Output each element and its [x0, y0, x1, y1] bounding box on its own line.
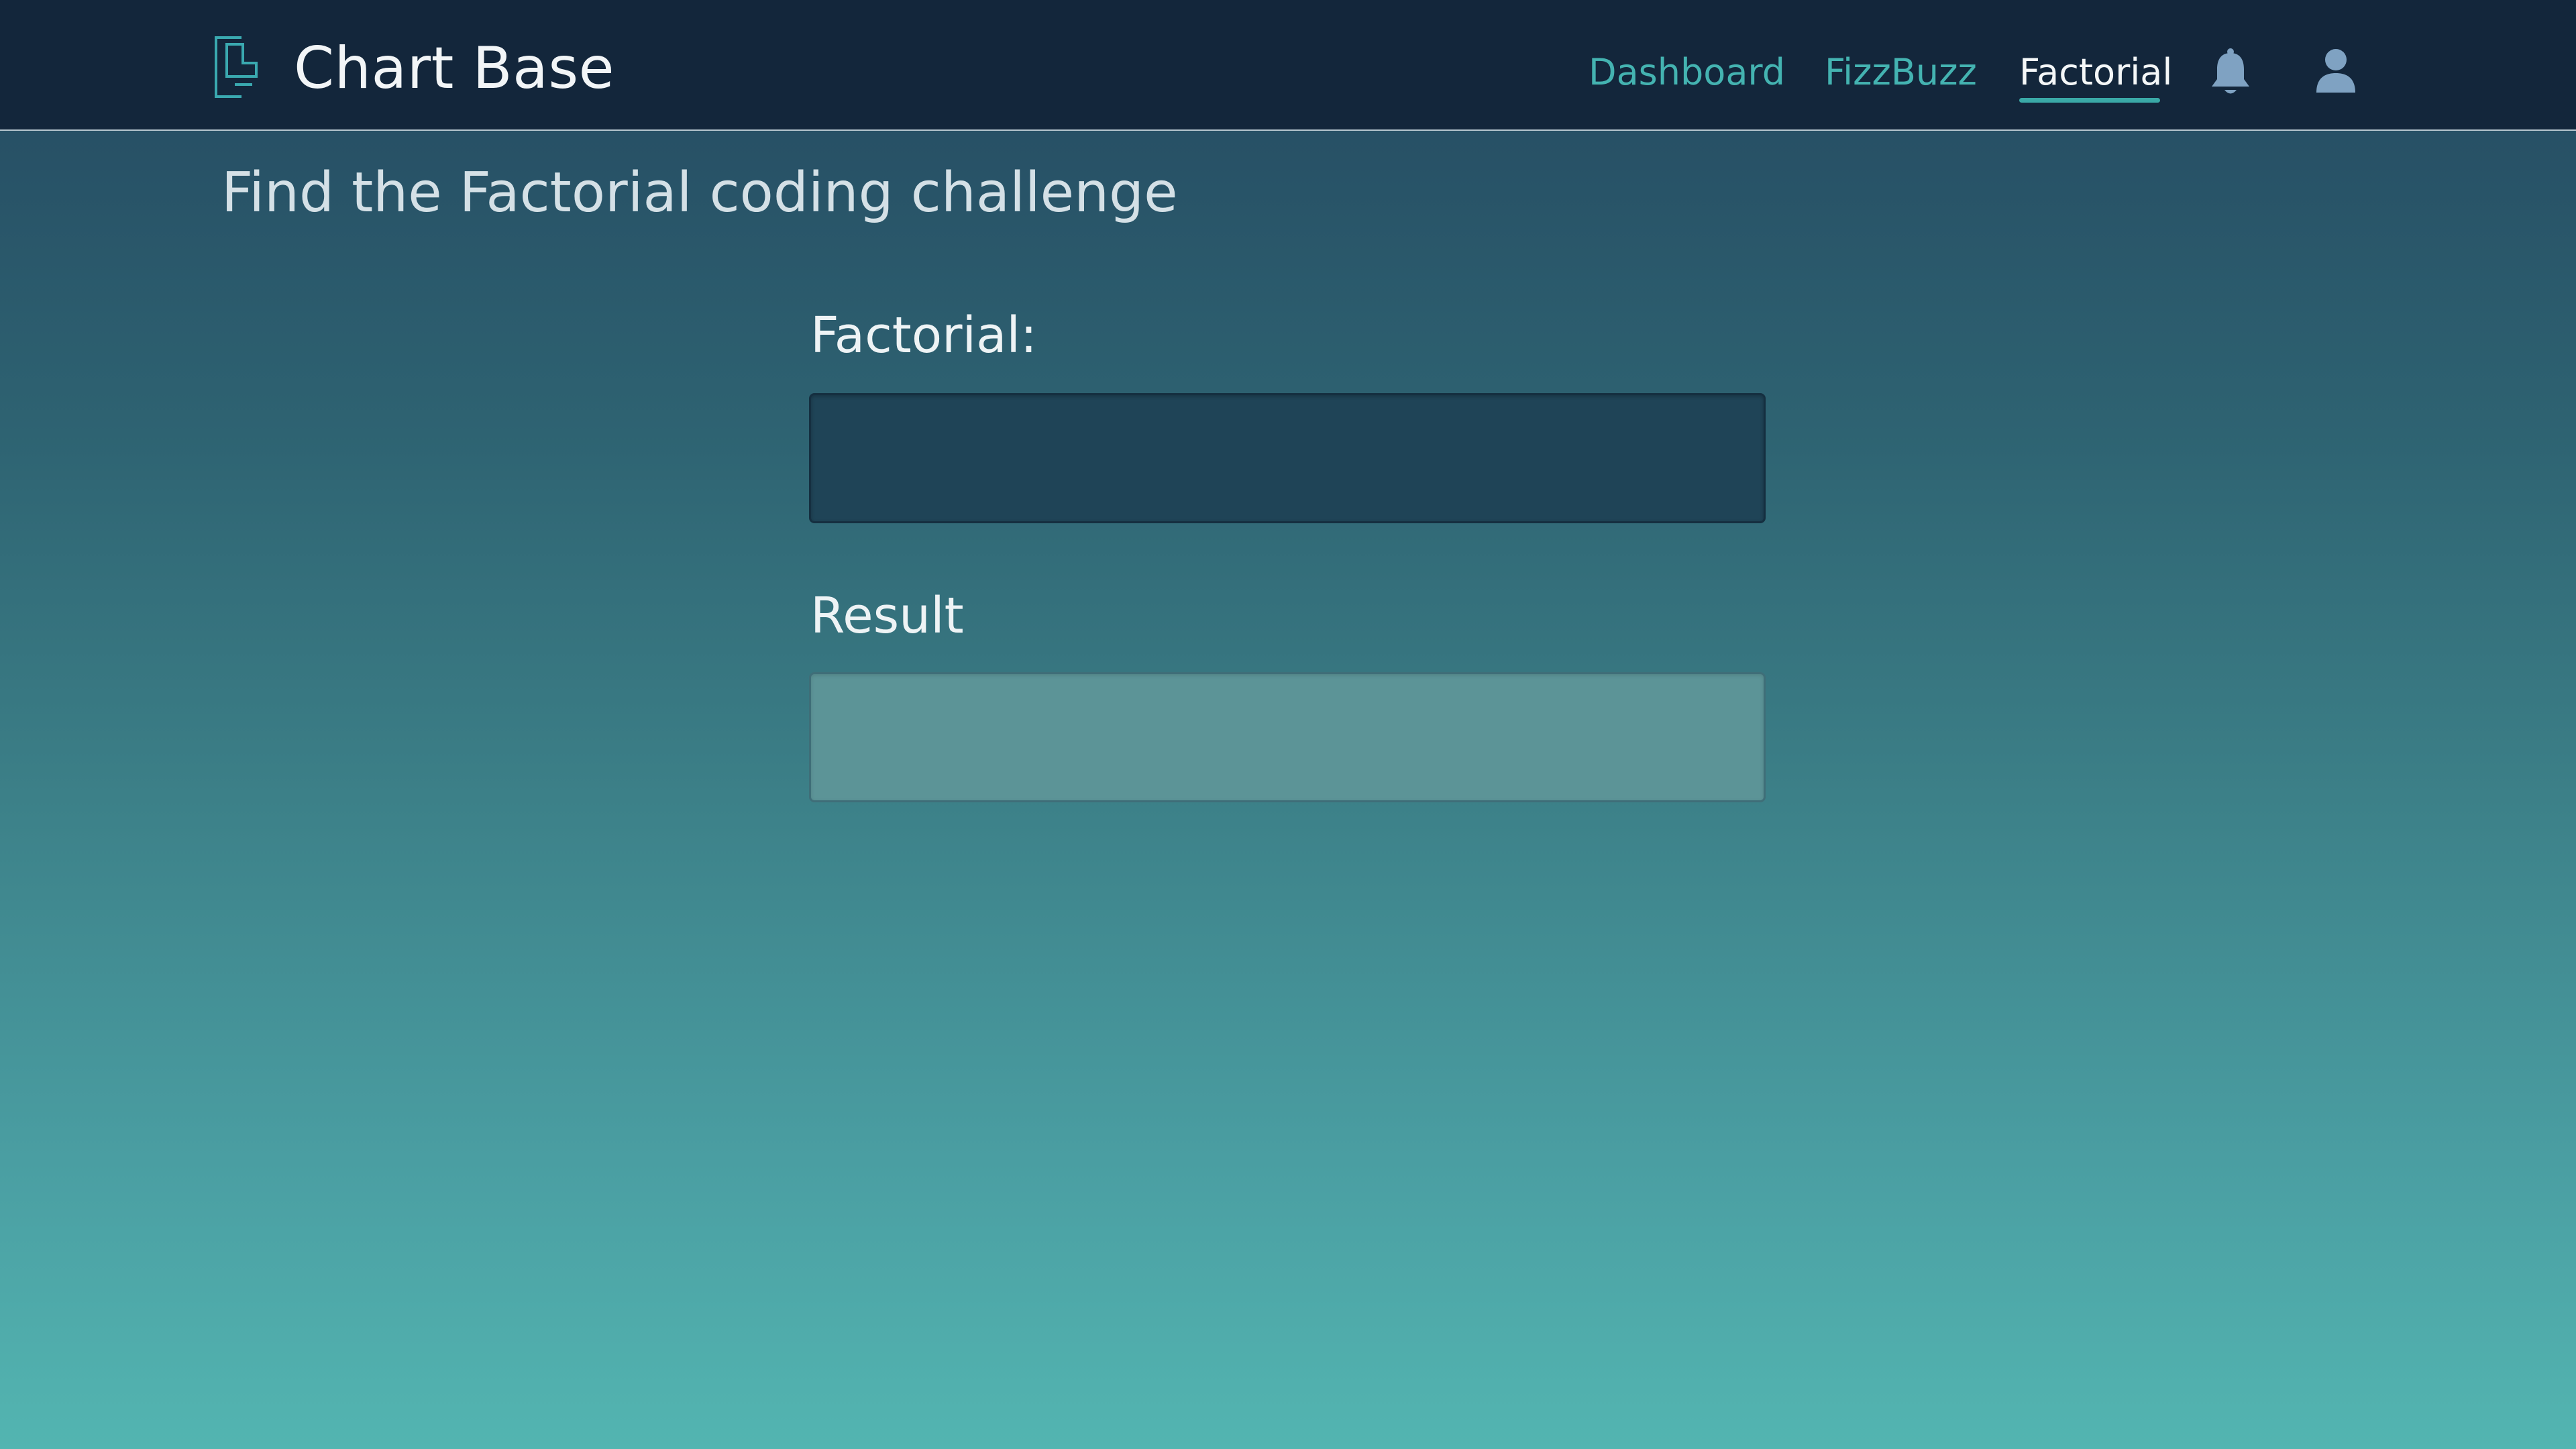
app-title[interactable]: Chart Base [294, 35, 614, 102]
factorial-input[interactable] [809, 393, 1766, 523]
bell-icon[interactable] [2207, 47, 2254, 98]
top-navigation-bar: Chart Base Dashboard FizzBuzz Factorial [0, 0, 2576, 131]
factorial-label: Factorial: [810, 307, 1037, 364]
result-output[interactable] [809, 672, 1766, 802]
nav-link-fizzbuzz[interactable]: FizzBuzz [1825, 51, 1977, 94]
nav-link-dashboard[interactable]: Dashboard [1589, 51, 1785, 94]
ledger-bracket-icon[interactable] [213, 35, 259, 99]
active-tab-indicator [2019, 98, 2160, 103]
user-icon[interactable] [2312, 47, 2359, 98]
result-label: Result [810, 587, 964, 645]
nav-link-factorial[interactable]: Factorial [2019, 51, 2172, 94]
page-title: Find the Factorial coding challenge [221, 161, 1178, 225]
